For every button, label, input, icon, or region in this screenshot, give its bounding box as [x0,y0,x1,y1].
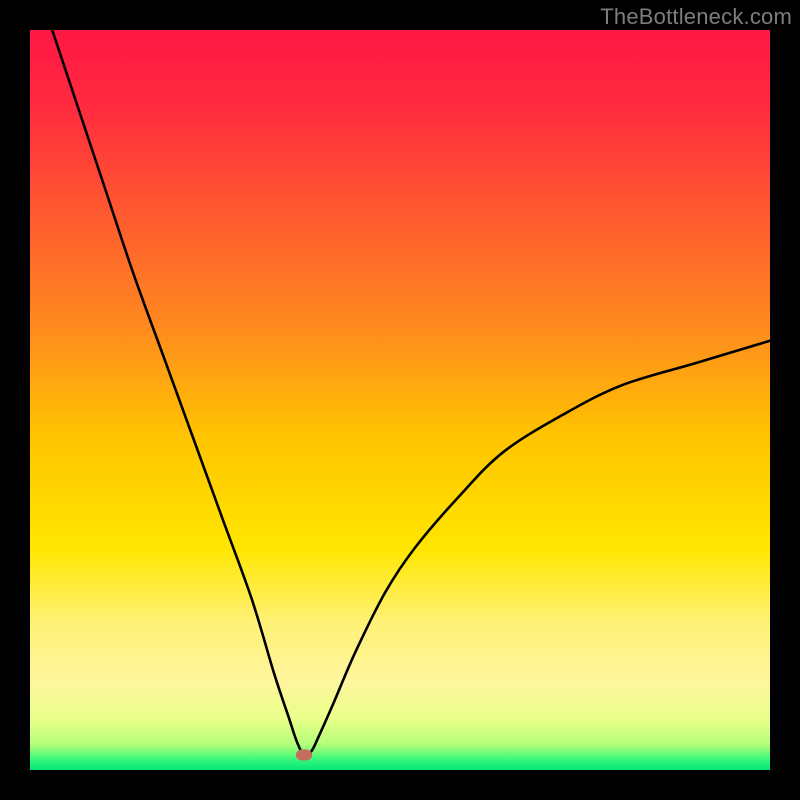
chart-frame: TheBottleneck.com [0,0,800,800]
bottleneck-curve [30,30,770,770]
plot-area [30,30,770,770]
watermark-text: TheBottleneck.com [600,4,792,30]
optimal-point-marker [296,750,312,761]
